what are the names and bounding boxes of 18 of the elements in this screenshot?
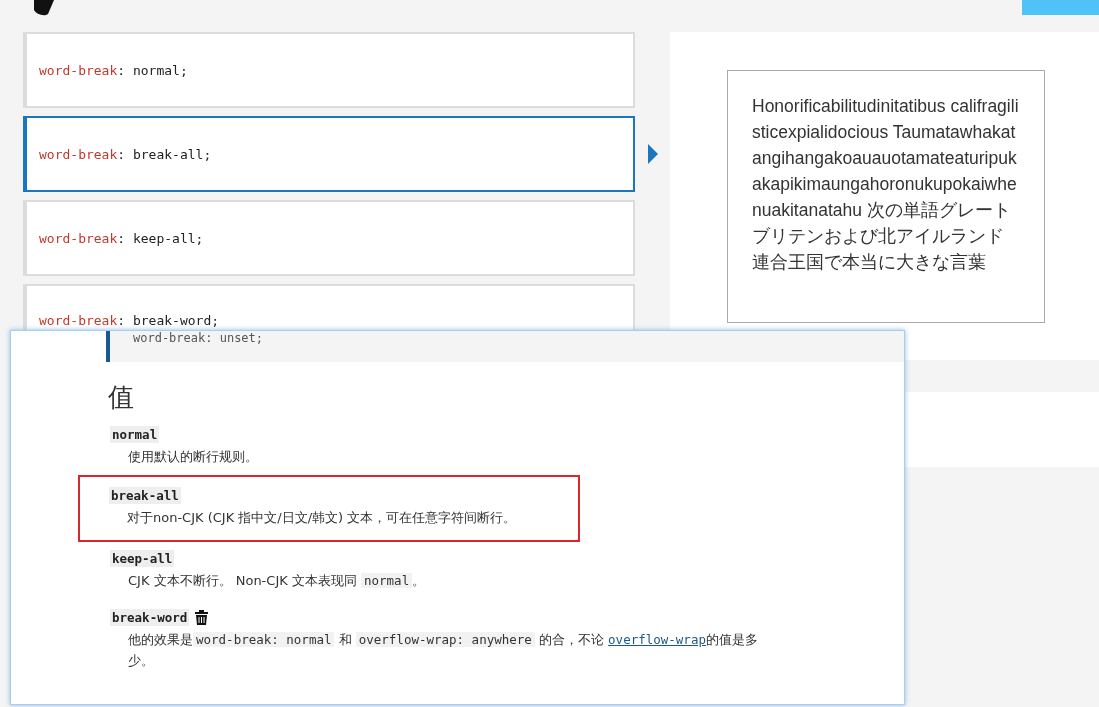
value-description: 对于non-CJK (CJK 指中文/日文/韩文) 文本，可在任意字符间断行。 xyxy=(127,509,518,527)
play-icon xyxy=(647,144,658,164)
output-text: Honorificabilitudinitatibus califragilisticexpialidocious Taumatawhakatangihangakoauauotamateaturipukakapikimaungahoronukupokaiwhenuakitanatahu 次の単語グレートブリテンおよび北アイルランド連合王国で本当に大きな言葉 xyxy=(752,95,1020,274)
header-button[interactable] xyxy=(1022,0,1099,15)
option-choice[interactable]: word-break: keep-all; xyxy=(23,200,635,276)
value-description: CJK 文本不断行。 Non-CJK 文本表现同 normal 。 xyxy=(128,572,427,590)
value-description: 使用默认的断行规则。 xyxy=(128,448,259,466)
section-heading: 值 xyxy=(108,382,135,412)
option-choice[interactable]: word-break: normal; xyxy=(23,32,635,108)
code-block: word-break: unset; xyxy=(106,331,904,362)
value-description: 他的效果是 word-break: normal 和 overflow-wrap: anywhere 的合，不论 overflow-wrap的值是多少。 xyxy=(128,631,758,670)
value-term: break-all xyxy=(109,487,181,504)
option-choice[interactable]: word-break: break-word; xyxy=(23,284,635,330)
doc-link[interactable]: overflow-wrap xyxy=(608,632,706,647)
value-term: normal xyxy=(110,426,160,443)
value-term: keep-all xyxy=(110,550,175,567)
option-choice[interactable]: word-break: break-all; xyxy=(23,116,635,192)
value-term: break-word xyxy=(110,609,190,626)
